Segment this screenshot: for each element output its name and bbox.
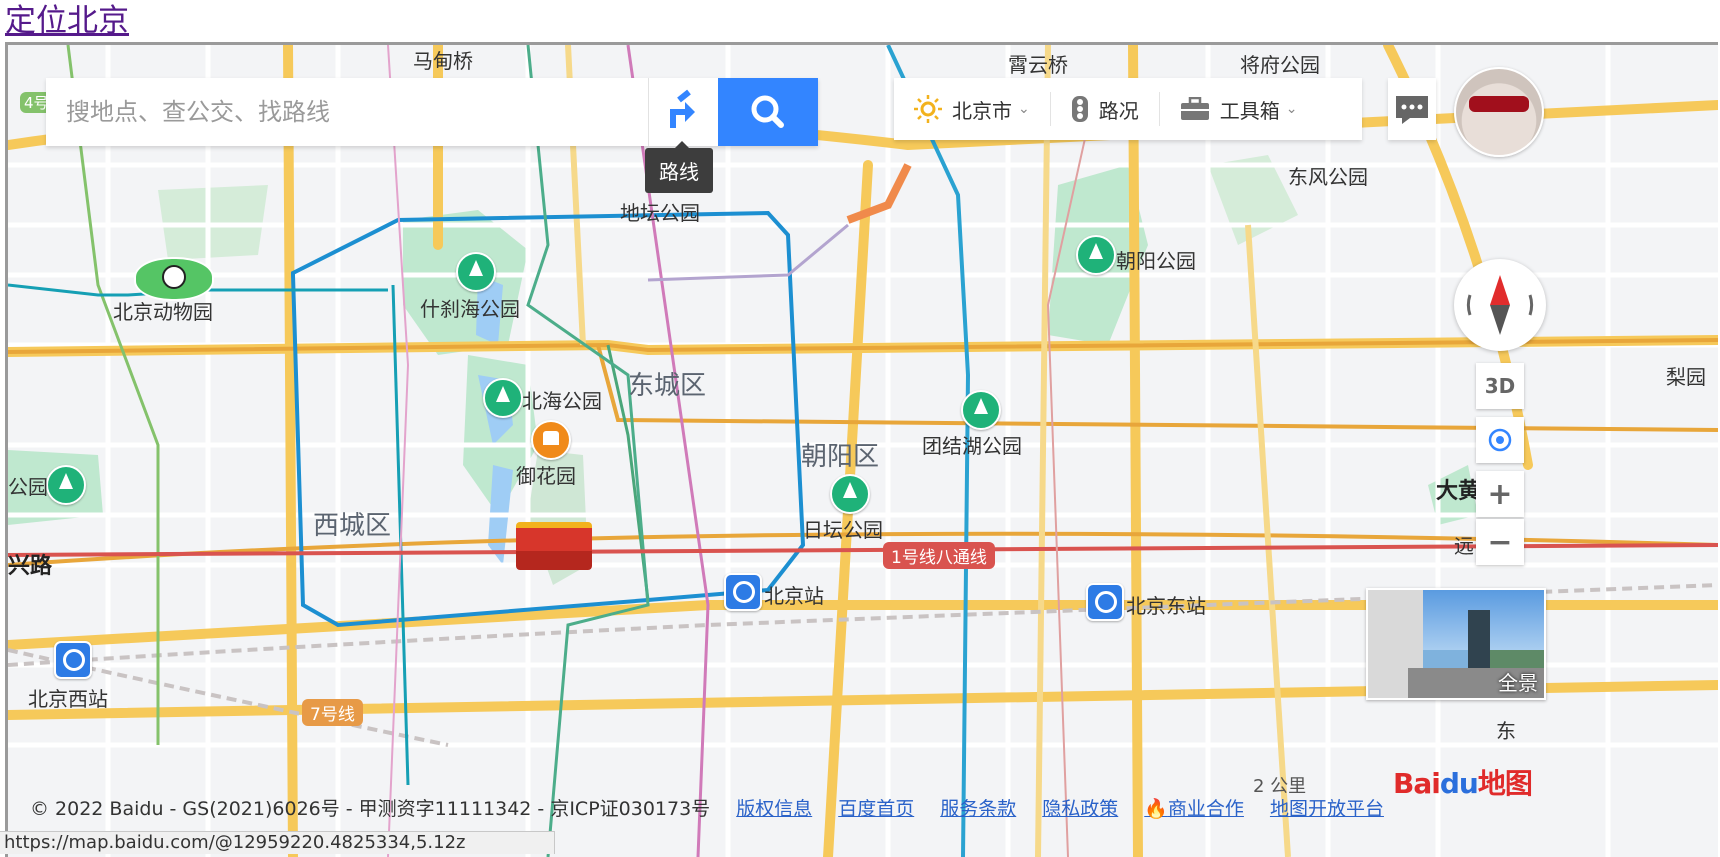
footer-link-business[interactable]: 🔥商业合作 bbox=[1144, 794, 1244, 821]
route-arrow-icon bbox=[670, 89, 695, 128]
baidu-map-logo: Baidu地图 bbox=[1393, 762, 1533, 802]
label-beijing-station[interactable]: 北京站 bbox=[764, 580, 824, 609]
label-beijing-west-station[interactable]: 北京西站 bbox=[28, 683, 108, 712]
label-dongcheng-district: 东城区 bbox=[628, 371, 707, 401]
sun-icon bbox=[914, 95, 942, 123]
logo-du: du bbox=[1439, 767, 1479, 800]
label-ditan-park[interactable]: 地坛公园 bbox=[620, 197, 700, 226]
park-icon[interactable] bbox=[1076, 235, 1116, 275]
label-xing-road: 兴路 bbox=[8, 554, 53, 579]
zoom-out-button[interactable]: − bbox=[1476, 519, 1524, 565]
zoo-icon[interactable] bbox=[134, 257, 214, 301]
park-icon[interactable] bbox=[483, 378, 523, 418]
compass-icon bbox=[1466, 275, 1534, 335]
fire-icon: 🔥 bbox=[1144, 797, 1168, 820]
city-selector[interactable]: 北京市 ⌄ bbox=[894, 78, 1050, 140]
traffic-light-icon bbox=[1071, 96, 1088, 122]
route-tooltip: 路线 bbox=[645, 141, 713, 193]
map-canvas[interactable]: 马甸桥 霄云桥 将府公园 东风公园 地坛公园 朝阳公园 北京动物园 什刹海公园 … bbox=[5, 42, 1718, 857]
locate-icon bbox=[1488, 428, 1512, 452]
footer-link-business-label: 商业合作 bbox=[1167, 797, 1244, 820]
label-jiangfu-park: 将府公园 bbox=[1240, 53, 1320, 77]
station-icon[interactable] bbox=[1086, 583, 1124, 621]
compass-control[interactable] bbox=[1454, 259, 1546, 351]
label-beihai-park[interactable]: 北海公园 bbox=[522, 385, 602, 414]
metro-line1-badge[interactable]: 1号线八通线 bbox=[883, 542, 995, 569]
label-tuanjiehu-park[interactable]: 团结湖公园 bbox=[922, 430, 1022, 459]
map-scale: 2 公里 bbox=[1253, 776, 1307, 797]
status-bar-url: https://map.baidu.com/@12959220.4825334,… bbox=[0, 831, 555, 854]
map-toolbar: 北京市 ⌄ 路况 工具箱 ⌄ bbox=[894, 78, 1362, 140]
search-box bbox=[46, 78, 818, 146]
copyright-text: © 2022 Baidu - GS(2021)6026号 - 甲测资字11111… bbox=[30, 797, 711, 820]
label-chaoyang-park[interactable]: 朝阳公园 bbox=[1116, 245, 1196, 274]
zoom-in-button[interactable]: + bbox=[1476, 471, 1524, 517]
park-icon[interactable] bbox=[961, 390, 1001, 430]
footer-link-baidu-home[interactable]: 百度首页 bbox=[838, 794, 914, 821]
route-button[interactable] bbox=[648, 78, 718, 146]
toolbox-label: 工具箱 bbox=[1219, 98, 1280, 123]
3d-toggle-button[interactable]: 3D bbox=[1476, 363, 1524, 409]
label-shichahai[interactable]: 什刹海公园 bbox=[420, 293, 520, 322]
label-xiayunqiao: 霄云桥 bbox=[1008, 53, 1068, 77]
search-button[interactable] bbox=[718, 78, 818, 146]
city-label: 北京市 bbox=[952, 98, 1012, 123]
logo-map: 地图 bbox=[1477, 767, 1533, 800]
label-beijing-east-station[interactable]: 北京东站 bbox=[1126, 590, 1206, 619]
label-ritan-park[interactable]: 日坛公园 bbox=[803, 514, 883, 543]
traffic-label: 路况 bbox=[1098, 98, 1139, 123]
footer-link-privacy[interactable]: 隐私政策 bbox=[1042, 794, 1118, 821]
message-icon bbox=[1396, 96, 1428, 124]
label-chaoyang-district: 朝阳区 bbox=[801, 442, 880, 472]
footer-link-terms[interactable]: 服务条款 bbox=[940, 794, 1016, 821]
label-park-left[interactable]: 公园 bbox=[8, 471, 48, 500]
search-icon bbox=[751, 95, 784, 128]
traffic-button[interactable]: 路况 bbox=[1051, 78, 1159, 140]
label-dong-edge: 东 bbox=[1496, 719, 1516, 743]
user-avatar[interactable] bbox=[1454, 67, 1544, 157]
locate-beijing-link[interactable]: 定位北京 bbox=[5, 2, 129, 40]
park-icon[interactable] bbox=[830, 474, 870, 514]
label-beijing-zoo[interactable]: 北京动物园 bbox=[113, 296, 213, 325]
metro-line7-badge[interactable]: 7号线 bbox=[302, 699, 363, 726]
locate-button[interactable] bbox=[1476, 417, 1524, 463]
label-lizi-park[interactable]: 梨园 bbox=[1666, 361, 1706, 390]
park-icon[interactable] bbox=[46, 465, 86, 505]
station-icon[interactable] bbox=[54, 641, 92, 679]
footer-link-copyright[interactable]: 版权信息 bbox=[736, 794, 812, 821]
label-xicheng-district: 西城区 bbox=[313, 511, 392, 541]
label-madianqiao: 马甸桥 bbox=[413, 49, 473, 73]
chevron-down-icon: ⌄ bbox=[1018, 101, 1030, 117]
palace-icon[interactable] bbox=[531, 420, 571, 460]
label-yuan-edge: 远 bbox=[1454, 534, 1474, 558]
label-yuhuayuan[interactable]: 御花园 bbox=[516, 460, 576, 489]
label-dahuang: 大黄 bbox=[1436, 479, 1481, 504]
panorama-thumbnail[interactable]: 全景 bbox=[1366, 588, 1546, 700]
toolbox-icon bbox=[1180, 97, 1209, 120]
tiananmen-icon[interactable] bbox=[516, 522, 592, 570]
message-button[interactable] bbox=[1388, 78, 1436, 140]
station-icon[interactable] bbox=[724, 573, 762, 611]
chevron-down-icon: ⌄ bbox=[1285, 101, 1298, 117]
panorama-label: 全景 bbox=[1498, 671, 1538, 695]
logo-bai: Bai bbox=[1393, 767, 1441, 800]
avatar-image bbox=[1469, 96, 1529, 112]
park-icon[interactable] bbox=[456, 252, 496, 292]
label-dongfeng-park: 东风公园 bbox=[1288, 165, 1368, 189]
search-input[interactable] bbox=[46, 78, 646, 146]
map-footer: © 2022 Baidu - GS(2021)6026号 - 甲测资字11111… bbox=[8, 787, 1568, 827]
toolbox-button[interactable]: 工具箱 ⌄ bbox=[1160, 78, 1318, 140]
